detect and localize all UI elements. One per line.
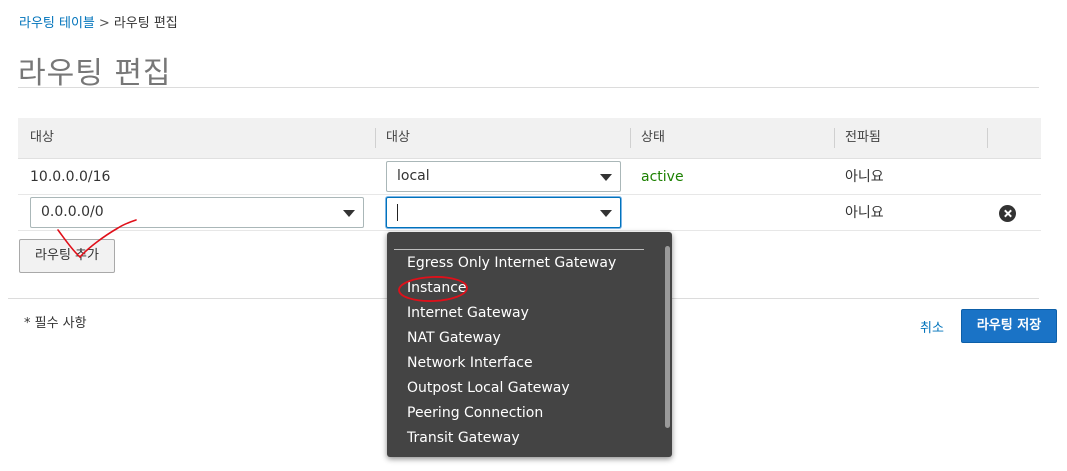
breadcrumb-current: 라우팅 편집	[113, 16, 178, 31]
title-divider	[18, 87, 1039, 88]
status-badge: active	[641, 169, 684, 185]
destination-select[interactable]: 0.0.0.0/0	[30, 197, 364, 228]
row-propagated: 아니요	[845, 205, 884, 221]
breadcrumb-route-tables-link[interactable]: 라우팅 테이블	[19, 16, 95, 31]
breadcrumb: 라우팅 테이블 > 라우팅 편집	[19, 12, 178, 31]
header-divider	[375, 128, 376, 148]
target-dropdown-menu: Egress Only Internet Gateway Instance In…	[387, 232, 672, 457]
header-divider	[630, 128, 631, 148]
row-propagated: 아니요	[845, 169, 884, 185]
header-target: 대상	[386, 130, 410, 145]
chevron-down-icon	[600, 210, 612, 217]
breadcrumb-separator: >	[98, 16, 110, 31]
chevron-down-icon	[343, 210, 355, 217]
option-egress-only-internet-gateway[interactable]: Egress Only Internet Gateway	[407, 253, 616, 273]
option-instance[interactable]: Instance	[407, 278, 467, 298]
save-routes-button[interactable]: 라우팅 저장	[961, 309, 1057, 343]
header-status: 상태	[641, 130, 665, 145]
table-row: 10.0.0.0/16 local active 아니요	[18, 159, 1041, 195]
header-propagated: 전파됨	[845, 130, 881, 145]
header-destination: 대상	[30, 130, 54, 145]
add-route-button[interactable]: 라우팅 추가	[19, 239, 115, 273]
routes-table: 대상 대상 상태 전파됨 10.0.0.0/16 local active 아니…	[18, 118, 1041, 231]
target-select[interactable]	[386, 197, 621, 228]
chevron-down-icon	[600, 174, 612, 181]
page-title: 라우팅 편집	[18, 56, 172, 91]
row-destination: 10.0.0.0/16	[30, 169, 111, 185]
option-outpost-local-gateway[interactable]: Outpost Local Gateway	[407, 378, 570, 398]
header-divider	[834, 128, 835, 148]
option-nat-gateway[interactable]: NAT Gateway	[407, 328, 501, 348]
dropdown-divider	[394, 249, 644, 250]
required-note: * 필수 사항	[24, 316, 87, 331]
option-peering-connection[interactable]: Peering Connection	[407, 403, 543, 423]
text-cursor	[397, 204, 398, 221]
option-internet-gateway[interactable]: Internet Gateway	[407, 303, 529, 323]
option-network-interface[interactable]: Network Interface	[407, 353, 533, 373]
table-row: 0.0.0.0/0 아니요	[18, 195, 1041, 231]
target-select[interactable]: local	[386, 161, 621, 192]
target-select-value: local	[397, 168, 430, 184]
destination-select-value: 0.0.0.0/0	[41, 204, 104, 220]
remove-row-icon[interactable]	[999, 205, 1016, 222]
option-transit-gateway[interactable]: Transit Gateway	[407, 428, 520, 448]
dropdown-scrollbar[interactable]	[665, 246, 670, 428]
cancel-button[interactable]: 취소	[920, 317, 944, 336]
table-header: 대상 대상 상태 전파됨	[18, 118, 1041, 159]
header-divider	[987, 128, 988, 148]
